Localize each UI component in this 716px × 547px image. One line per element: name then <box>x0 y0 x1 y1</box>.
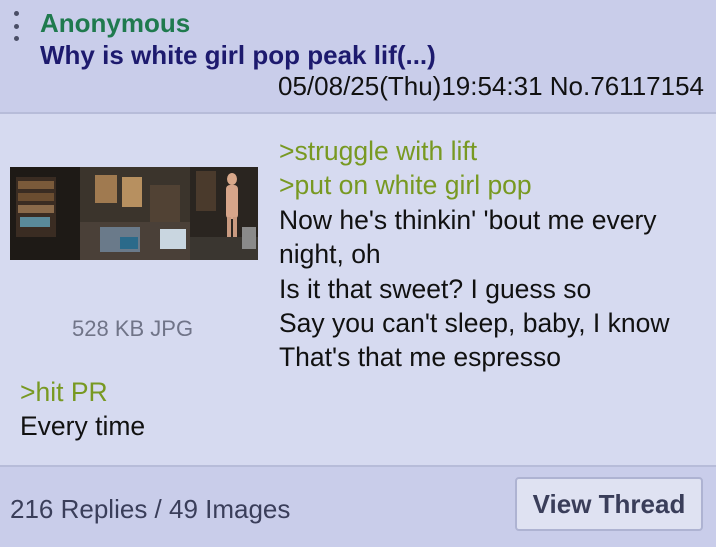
body-line: Every time <box>20 411 146 442</box>
greentext-line: >struggle with lift <box>279 136 478 166</box>
post-thumbnail[interactable] <box>10 167 258 260</box>
post-body-bottom: >hit PR Every time <box>20 375 420 444</box>
room-photo-image <box>10 167 258 260</box>
reply-image-counts: 216 Replies / 49 Images <box>10 494 291 524</box>
body-line: Now he's thinkin' 'bout me every <box>279 204 657 235</box>
body-line: That's that me espresso <box>279 342 561 373</box>
post-header: Anonymous Why is white girl pop peak lif… <box>0 0 716 112</box>
body-line: Say you can't sleep, baby, I know <box>279 308 670 339</box>
body-line: Is it that sweet? I guess so <box>279 273 592 304</box>
greentext-line: >hit PR <box>20 377 108 407</box>
post-number[interactable]: No.76117154 <box>550 71 704 101</box>
more-options-icon[interactable] <box>12 11 20 41</box>
header-divider <box>0 112 716 114</box>
poster-name: Anonymous <box>40 8 191 38</box>
greentext-line: >put on white girl pop <box>279 170 532 201</box>
post-datetime: 05/08/25(Thu)19:54:31 <box>278 71 543 101</box>
thread-footer: 216 Replies / 49 Images View Thread <box>0 465 716 547</box>
post-body-right: >struggle with lift >put on white girl p… <box>279 134 709 375</box>
post-subject: Why is white girl pop peak lif(...) <box>40 40 436 70</box>
body-line: night, oh <box>279 239 381 270</box>
view-thread-button[interactable]: View Thread <box>515 477 703 531</box>
file-info: 528 KB JPG <box>72 316 194 341</box>
post-meta: 05/08/25(Thu)19:54:31 No.76117154 <box>278 69 704 103</box>
